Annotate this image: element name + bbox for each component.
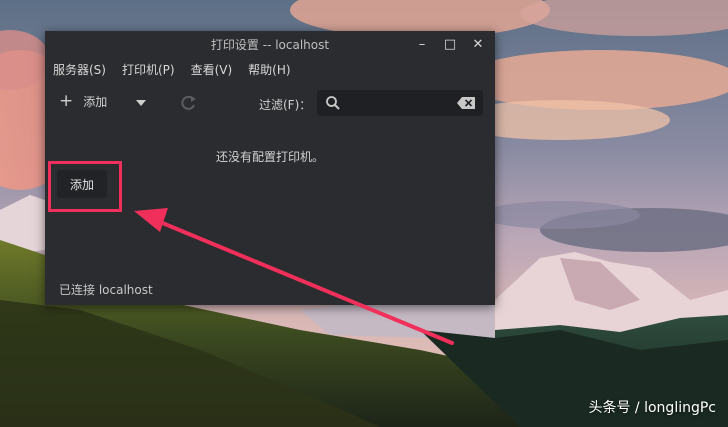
- menu-server[interactable]: 服务器(S): [53, 61, 106, 78]
- menu-bar: 服务器(S) 打印机(P) 查看(V) 帮助(H): [45, 57, 307, 81]
- filter-input[interactable]: [317, 90, 483, 116]
- refresh-icon[interactable]: [180, 95, 198, 114]
- toolbar: + 添加 过滤(F)：: [45, 87, 495, 121]
- maximize-button[interactable]: □: [439, 34, 461, 54]
- watermark-text: 头条号 / longlingPc: [588, 400, 716, 416]
- close-button[interactable]: ✕: [467, 34, 489, 54]
- plus-icon: +: [59, 91, 74, 111]
- menu-view[interactable]: 查看(V): [191, 61, 233, 78]
- clear-icon[interactable]: [457, 97, 475, 112]
- chevron-down-icon[interactable]: [136, 100, 146, 106]
- add-printer-tool-button[interactable]: + 添加: [59, 93, 107, 110]
- window-title: 打印设置 -- localhost: [210, 37, 330, 52]
- title-bar: 打印设置 -- localhost – □ ✕: [45, 31, 495, 57]
- add-tool-label: 添加: [83, 95, 108, 109]
- filter-label: 过滤(F)：: [259, 98, 312, 112]
- highlight-annotation-box: [48, 161, 122, 212]
- menu-printer[interactable]: 打印机(P): [122, 61, 175, 78]
- minimize-button[interactable]: –: [411, 34, 433, 54]
- connection-status: 已连接 localhost: [59, 283, 153, 297]
- menu-help[interactable]: 帮助(H): [248, 61, 290, 78]
- search-icon: [325, 95, 341, 114]
